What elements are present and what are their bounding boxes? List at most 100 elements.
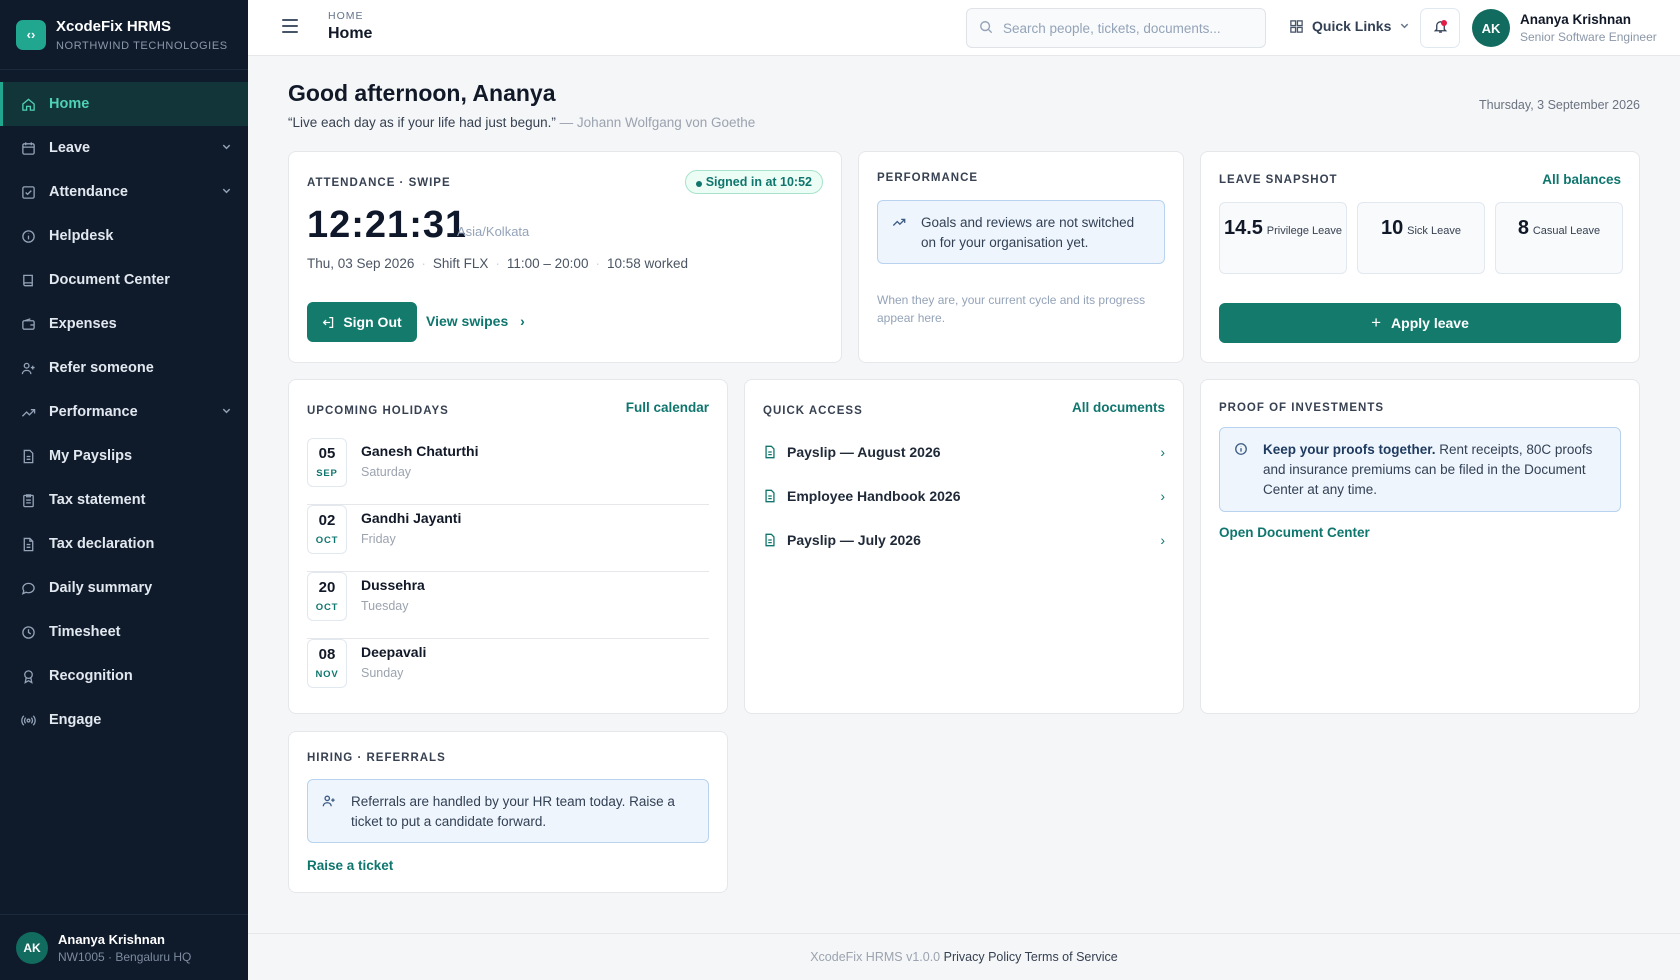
view-swipes-link[interactable]: View swipes › — [426, 313, 525, 329]
sidebar-item-label: Timesheet — [49, 624, 121, 640]
sidebar-item-label: Home — [49, 96, 90, 112]
list-item: 08 NOV Deepavali Sunday — [307, 639, 709, 706]
avatar: AK — [1472, 9, 1510, 47]
card-title: UPCOMING HOLIDAYS — [307, 405, 449, 417]
leave-balance-sick[interactable]: 10 Sick Leave — [1357, 202, 1485, 274]
date-month: NOV — [315, 669, 339, 680]
sidebar-item-attendance[interactable]: Attendance — [0, 170, 248, 214]
quick-links-dropdown[interactable]: Quick Links — [1288, 18, 1410, 34]
sidebar-user[interactable]: AK Ananya Krishnan NW1005 · Bengaluru HQ — [0, 914, 248, 980]
user-menu[interactable]: AK Ananya Krishnan Senior Software Engin… — [1472, 9, 1657, 47]
app-version: XcodeFix HRMS v1.0.0 — [810, 950, 941, 964]
home-icon — [20, 96, 36, 112]
card-title: PERFORMANCE — [877, 172, 979, 184]
balance-label: Casual Leave — [1532, 225, 1601, 237]
raise-ticket-link[interactable]: Raise a ticket — [307, 858, 393, 873]
privacy-policy-link[interactable]: Privacy Policy — [944, 950, 1022, 964]
referrals-card: HIRING · REFERRALS Referrals are handled… — [288, 731, 728, 893]
all-balances-link[interactable]: All balances — [1542, 172, 1621, 187]
holiday-weekday: Sunday — [361, 666, 404, 680]
sidebar-item-engage[interactable]: Engage — [0, 698, 248, 742]
sidebar-item-recognition[interactable]: Recognition — [0, 654, 248, 698]
greeting-quote: “Live each day as if your life had just … — [288, 115, 755, 130]
sidebar-item-expenses[interactable]: Expenses — [0, 302, 248, 346]
sidebar-item-label: Daily summary — [49, 580, 153, 596]
user-plus-icon — [20, 360, 36, 376]
date-month: SEP — [316, 468, 338, 479]
holiday-weekday: Tuesday — [361, 599, 409, 613]
notice-text: Referrals are handled by your HR team to… — [351, 794, 675, 829]
sign-out-button[interactable]: Sign Out — [307, 302, 417, 342]
sidebar-item-label: Document Center — [49, 272, 170, 288]
leave-balance-privilege[interactable]: 14.5 Privilege Leave — [1219, 202, 1347, 274]
full-calendar-link[interactable]: Full calendar — [626, 400, 709, 415]
search-input[interactable] — [1003, 20, 1243, 36]
balance-value: 14.5 — [1223, 217, 1263, 239]
list-item: 05 SEP Ganesh Chaturthi Saturday — [307, 438, 709, 505]
date-badge: 08 NOV — [307, 639, 347, 688]
user-sub: NW1005 · Bengaluru HQ — [58, 949, 192, 964]
award-icon — [20, 668, 36, 684]
brand[interactable]: ‹› XcodeFix HRMS NORTHWIND TECHNOLOGIES — [0, 0, 248, 70]
user-plus-icon — [322, 794, 336, 814]
chevron-down-icon — [221, 405, 232, 419]
item-label: Payslip — July 2026 — [787, 532, 921, 548]
sidebar-item-tax-statement[interactable]: Tax statement — [0, 478, 248, 522]
sidebar-item-payslips[interactable]: My Payslips — [0, 434, 248, 478]
sidebar-item-helpdesk[interactable]: Helpdesk — [0, 214, 248, 258]
date-day: 05 — [318, 445, 336, 462]
terms-link[interactable]: Terms of Service — [1025, 950, 1118, 964]
holiday-name: Deepavali — [361, 644, 427, 660]
all-documents-link[interactable]: All documents — [1072, 400, 1165, 415]
user-name: Ananya Krishnan — [1520, 12, 1632, 27]
card-title: HIRING · REFERRALS — [307, 752, 446, 764]
quick-access-item[interactable]: Payslip — July 2026 › — [763, 518, 1165, 562]
sidebar-item-home[interactable]: Home — [0, 82, 248, 126]
topbar: HOME Home Quick Links AK Ananya Krishnan… — [248, 0, 1680, 56]
notifications-button[interactable] — [1420, 8, 1460, 48]
sidebar-item-daily-summary[interactable]: Daily summary — [0, 566, 248, 610]
chevron-right-icon: › — [1160, 532, 1165, 548]
list-item: 02 OCT Gandhi Jayanti Friday — [307, 505, 709, 572]
sidebar-item-tax-declaration[interactable]: Tax declaration — [0, 522, 248, 566]
quick-access-item[interactable]: Payslip — August 2026 › — [763, 430, 1165, 474]
file-icon — [20, 448, 36, 464]
quote-author: — Johann Wolfgang von Goethe — [559, 115, 756, 130]
chat-icon — [20, 580, 36, 596]
brand-name: XcodeFix HRMS — [56, 17, 172, 35]
leave-balance-casual[interactable]: 8 Casual Leave — [1495, 202, 1623, 274]
greeting-title: Good afternoon, Ananya — [288, 80, 556, 106]
sidebar-item-label: Recognition — [49, 668, 133, 684]
card-title: ATTENDANCE · SWIPE — [307, 177, 451, 189]
leave-snapshot-card: LEAVE SNAPSHOT All balances 14.5 Privile… — [1200, 151, 1640, 363]
date-day: 02 — [318, 512, 336, 529]
trend-icon — [20, 404, 36, 420]
search-box[interactable] — [966, 8, 1266, 48]
sidebar-item-timesheet[interactable]: Timesheet — [0, 610, 248, 654]
list-item: 20 OCT Dussehra Tuesday — [307, 572, 709, 639]
sidebar-item-leave[interactable]: Leave — [0, 126, 248, 170]
footer: XcodeFix HRMS v1.0.0 Privacy Policy Term… — [248, 933, 1680, 980]
sidebar-item-document-center[interactable]: Document Center — [0, 258, 248, 302]
wallet-icon — [20, 316, 36, 332]
apply-leave-label: Apply leave — [1391, 315, 1469, 331]
grid-icon — [1288, 18, 1304, 34]
calendar-icon — [20, 140, 36, 156]
broadcast-icon — [20, 712, 36, 728]
menu-icon[interactable] — [282, 19, 298, 33]
document-icon — [763, 445, 777, 459]
referrals-notice: Referrals are handled by your HR team to… — [307, 779, 709, 843]
breadcrumb: HOME Home — [328, 10, 372, 43]
sidebar-item-refer[interactable]: Refer someone — [0, 346, 248, 390]
card-title: QUICK ACCESS — [763, 405, 863, 417]
holiday-name: Gandhi Jayanti — [361, 510, 462, 526]
check-square-icon — [20, 184, 36, 200]
sidebar-item-performance[interactable]: Performance — [0, 390, 248, 434]
chevron-down-icon — [221, 185, 232, 199]
apply-leave-button[interactable]: + Apply leave — [1219, 303, 1621, 343]
investments-notice: Keep your proofs together. Rent receipts… — [1219, 427, 1621, 512]
open-document-center-link[interactable]: Open Document Center — [1219, 525, 1370, 540]
date-badge: 05 SEP — [307, 438, 347, 487]
quick-access-item[interactable]: Employee Handbook 2026 › — [763, 474, 1165, 518]
sidebar: ‹› XcodeFix HRMS NORTHWIND TECHNOLOGIES … — [0, 0, 248, 980]
